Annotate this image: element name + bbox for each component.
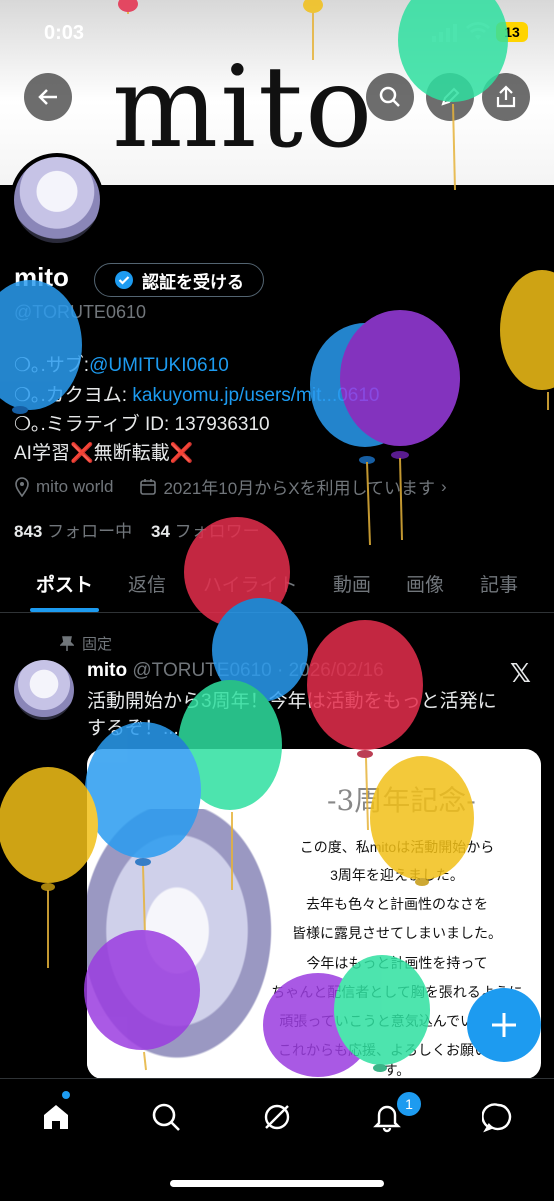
post-header: mito @TORUTE0610 · 2026/02/16 [87, 660, 384, 682]
nav-grok[interactable] [257, 1097, 297, 1137]
arrow-left-icon [38, 89, 57, 105]
following-count: 843 [14, 522, 43, 541]
profile-name: mito [14, 262, 69, 292]
verify-label: 認証を受ける [142, 272, 244, 292]
battery-icon: 13 [496, 22, 528, 42]
nav-home[interactable] [36, 1097, 76, 1137]
grok-icon [264, 1104, 290, 1130]
home-icon [44, 1105, 68, 1129]
profile-tabs: ポスト 返信 ハイライト 動画 画像 記事 [0, 562, 554, 613]
tab-replies[interactable]: 返信 [128, 570, 166, 597]
share-icon [496, 85, 516, 108]
message-icon [482, 1103, 512, 1133]
image-line: この度、私mitoは活動開始から [299, 839, 495, 855]
profile-handle: @TORUTE0610 [14, 302, 146, 322]
bio-sub-link[interactable]: @UMITUKI0610 [89, 355, 229, 376]
chevron-right-icon[interactable]: › [441, 477, 447, 497]
following-label: フォロー中 [47, 522, 133, 541]
search-button[interactable] [366, 73, 414, 121]
compose-button[interactable] [467, 988, 541, 1062]
pinned-text: 固定 [82, 636, 113, 653]
x-logo-icon: 𝕏 [510, 658, 531, 688]
calendar-icon [140, 478, 157, 495]
profile-meta: mito world 2021年10月からXを利用しています › [14, 474, 447, 499]
image-title: -3周年記念- [327, 784, 476, 817]
bio-ai-line: AI学習❌無断転載❌ [14, 443, 194, 464]
back-button[interactable] [24, 73, 72, 121]
profile-joined: 2021年10月からXを利用しています [163, 479, 436, 498]
search-icon [152, 1103, 180, 1131]
image-line: 3周年を迎えました。 [330, 867, 464, 883]
tab-videos[interactable]: 動画 [333, 570, 371, 597]
tab-articles[interactable]: 記事 [480, 570, 518, 597]
notification-badge: 1 [395, 1090, 423, 1118]
post-handle-date: @TORUTE0610 · 2026/02/16 [132, 660, 384, 681]
profile-location: mito world [36, 476, 114, 496]
pencil-icon [441, 87, 460, 106]
battery-level: 13 [504, 24, 520, 40]
search-icon [379, 86, 400, 107]
followers-link[interactable]: 34 フォロワー [151, 522, 260, 541]
home-indicator [170, 1180, 384, 1187]
get-verified-button[interactable]: 認証を受ける [94, 263, 264, 297]
status-time: 0:03 [44, 22, 85, 44]
banner-text: mito [112, 43, 375, 173]
edit-button[interactable] [426, 73, 474, 121]
character-illustration [87, 809, 287, 1079]
bio-miratib-line: ❍｡.ミラティブ ID: 137936310 [14, 414, 270, 435]
pinned-label: 固定 [60, 633, 112, 654]
active-tab-indicator [30, 608, 99, 612]
nav-messages[interactable] [478, 1097, 518, 1137]
post-author[interactable]: mito [87, 660, 127, 681]
image-line: 今年はもっと計画性を持って [306, 955, 488, 971]
tab-highlights[interactable]: ハイライト [203, 570, 298, 597]
home-notification-dot [62, 1091, 70, 1099]
bio-sub-line: ❍｡.サブ:@UMITUKI0610 [14, 350, 229, 377]
profile-avatar[interactable] [10, 153, 104, 247]
bio-kakuyomu-line: ❍｡.カクヨム: kakuyomu.jp/users/mit...0610 [14, 380, 380, 407]
post-avatar[interactable] [14, 660, 74, 720]
signal-icon [432, 24, 460, 47]
bio-sub-prefix: ❍｡.サブ: [14, 355, 90, 376]
image-line: 去年も色々と計画性のなさを [306, 896, 488, 912]
bio-kakuyomu-prefix: ❍｡.カクヨム: [14, 385, 133, 406]
plus-icon [492, 1013, 516, 1037]
tab-media[interactable]: 画像 [406, 570, 444, 597]
bio-kakuyomu-link[interactable]: kakuyomu.jp/users/mit...0610 [132, 385, 379, 406]
image-line: 皆様に露見させてしまいました。 [292, 925, 502, 941]
followers-label: フォロワー [174, 522, 260, 541]
post-text[interactable]: 活動開始から3周年！今年は活動をもっと活発にするぞ！... [87, 688, 507, 742]
followers-count: 34 [151, 522, 170, 541]
pin-icon [60, 635, 74, 651]
verified-badge-icon [115, 271, 133, 289]
wifi-icon [466, 22, 490, 47]
location-icon [15, 476, 29, 497]
share-button[interactable] [482, 73, 530, 121]
tab-posts[interactable]: ポスト [36, 570, 93, 597]
following-link[interactable]: 843 フォロー中 [14, 522, 132, 541]
nav-search[interactable] [146, 1097, 186, 1137]
follow-stats: 843 フォロー中 34 フォロワー [14, 517, 260, 542]
